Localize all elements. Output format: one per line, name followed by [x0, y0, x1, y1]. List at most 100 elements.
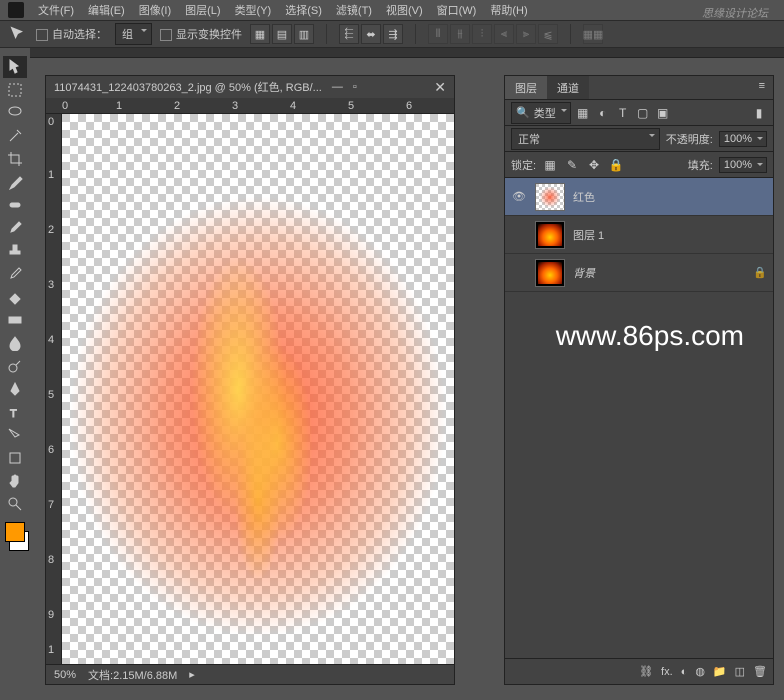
layer-row[interactable]: 👁 红色 [505, 178, 773, 216]
lasso-tool[interactable] [3, 102, 27, 124]
tab-layers[interactable]: 图层 [505, 76, 547, 99]
foreground-color[interactable] [5, 522, 25, 542]
visibility-icon[interactable] [511, 228, 527, 242]
brush-tool[interactable] [3, 217, 27, 239]
filter-type-icon[interactable]: T [615, 105, 631, 121]
dodge-tool[interactable] [3, 355, 27, 377]
layer-name[interactable]: 背景 [573, 265, 745, 281]
menu-filter[interactable]: 滤镜(T) [330, 0, 378, 20]
pen-tool[interactable] [3, 378, 27, 400]
layer-name[interactable]: 红色 [573, 189, 767, 205]
menu-view[interactable]: 视图(V) [380, 0, 429, 20]
menu-image[interactable]: 图像(I) [133, 0, 177, 20]
hand-tool[interactable] [3, 470, 27, 492]
layer-row[interactable]: 图层 1 [505, 216, 773, 254]
distribute-icon: ⫹ [538, 24, 558, 44]
canvas[interactable] [62, 114, 454, 664]
opacity-label: 不透明度: [666, 131, 713, 147]
lock-position-icon[interactable]: ✥ [586, 157, 602, 173]
tab-channels[interactable]: 通道 [547, 76, 589, 99]
menu-bar: 文件(F) 编辑(E) 图像(I) 图层(L) 类型(Y) 选择(S) 滤镜(T… [0, 0, 784, 20]
status-bar: 50% 文档:2.15M/6.88M ▸ [46, 664, 454, 684]
watermark: www.86ps.com [556, 320, 744, 352]
layers-list: 👁 红色 图层 1 背景 🔒 [505, 178, 773, 292]
filter-smart-icon[interactable]: ▣ [655, 105, 671, 121]
lock-all-icon[interactable]: 🔒 [608, 157, 624, 173]
menu-file[interactable]: 文件(F) [32, 0, 80, 20]
show-transform-checkbox[interactable]: 显示变换控件 [160, 26, 242, 42]
auto-select-checkbox[interactable]: 自动选择： [36, 26, 107, 42]
filter-shape-icon[interactable]: ▢ [635, 105, 651, 121]
layer-thumbnail[interactable] [535, 183, 565, 211]
ruler-vertical: 0 1 2 3 4 5 6 7 8 9 1 [46, 114, 62, 664]
menu-help[interactable]: 帮助(H) [484, 0, 533, 20]
lock-pixels-icon[interactable]: ▦ [542, 157, 558, 173]
doc-info[interactable]: 文档:2.15M/6.88M [88, 667, 177, 683]
layer-thumbnail[interactable] [535, 221, 565, 249]
fill-input[interactable]: 100% [719, 157, 767, 173]
filter-pixel-icon[interactable]: ▦ [575, 105, 591, 121]
crop-tool[interactable] [3, 148, 27, 170]
shape-tool[interactable] [3, 447, 27, 469]
layer-row[interactable]: 背景 🔒 [505, 254, 773, 292]
menu-select[interactable]: 选择(S) [279, 0, 328, 20]
document-tab[interactable]: 11074431_122403780263_2.jpg @ 50% (红色, R… [46, 76, 454, 98]
blend-mode-dropdown[interactable]: 正常 [511, 128, 660, 150]
visibility-icon[interactable]: 👁 [511, 190, 527, 204]
lock-icon: 🔒 [753, 266, 767, 279]
layer-name[interactable]: 图层 1 [573, 227, 767, 243]
menu-edit[interactable]: 编辑(E) [82, 0, 131, 20]
menu-window[interactable]: 窗口(W) [431, 0, 483, 20]
history-brush-tool[interactable] [3, 263, 27, 285]
align-icon[interactable]: ▤ [272, 24, 292, 44]
auto-align-icon: ▦▦ [583, 24, 603, 44]
menu-type[interactable]: 类型(Y) [229, 0, 278, 20]
link-layers-icon[interactable]: ⛓ [639, 665, 653, 678]
wand-tool[interactable] [3, 125, 27, 147]
distribute-icon: ⫶ [472, 24, 492, 44]
zoom-tool[interactable] [3, 493, 27, 515]
opacity-input[interactable]: 100% [719, 131, 767, 147]
filter-toggle-icon[interactable]: ▮ [751, 105, 767, 121]
move-tool[interactable] [3, 56, 27, 78]
gradient-tool[interactable] [3, 309, 27, 331]
filter-adjust-icon[interactable]: ◐ [595, 105, 611, 121]
document-title: 11074431_122403780263_2.jpg @ 50% (红色, R… [54, 79, 322, 95]
stamp-tool[interactable] [3, 240, 27, 262]
eraser-tool[interactable] [3, 286, 27, 308]
delete-icon[interactable]: 🗑 [753, 665, 767, 678]
visibility-icon[interactable] [511, 266, 527, 280]
align-icon[interactable]: ▥ [294, 24, 314, 44]
blur-tool[interactable] [3, 332, 27, 354]
auto-select-dropdown[interactable]: 组 [115, 23, 152, 45]
align-right-icon[interactable]: ⇶ [383, 24, 403, 44]
align-icon[interactable]: ▦ [250, 24, 270, 44]
tools-panel: T [0, 48, 30, 698]
panel-menu-icon[interactable]: ≡ [751, 76, 773, 99]
minimize-icon[interactable]: — [332, 81, 343, 93]
svg-text:T: T [10, 408, 17, 420]
lock-paint-icon[interactable]: ✎ [564, 157, 580, 173]
distribute-icon: ⫸ [516, 24, 536, 44]
new-layer-icon[interactable]: ◫ [735, 665, 745, 678]
close-icon[interactable]: ✕ [434, 79, 446, 96]
zoom-level[interactable]: 50% [54, 669, 76, 681]
marquee-tool[interactable] [3, 79, 27, 101]
group-icon[interactable]: 📁 [713, 665, 727, 678]
menu-layer[interactable]: 图层(L) [179, 0, 226, 20]
layer-thumbnail[interactable] [535, 259, 565, 287]
filter-type-dropdown[interactable]: 🔍类型 [511, 102, 571, 124]
layers-panel: 图层 通道 ≡ 🔍类型 ▦ ◐ T ▢ ▣ ▮ 正常 不透明度: 100% 锁定… [504, 75, 774, 685]
path-tool[interactable] [3, 424, 27, 446]
type-tool[interactable]: T [3, 401, 27, 423]
align-center-icon[interactable]: ⬌ [361, 24, 381, 44]
distribute-icon: ⫴ [428, 24, 448, 44]
maximize-icon[interactable]: ▫ [353, 81, 357, 93]
eyedropper-tool[interactable] [3, 171, 27, 193]
heal-tool[interactable] [3, 194, 27, 216]
fx-icon[interactable]: fx. [661, 666, 673, 678]
mask-icon[interactable]: ◐ [681, 666, 688, 678]
info-chevron-icon[interactable]: ▸ [189, 668, 195, 681]
align-left-icon[interactable]: ⬱ [339, 24, 359, 44]
adjustment-icon[interactable]: ◍ [695, 665, 705, 678]
